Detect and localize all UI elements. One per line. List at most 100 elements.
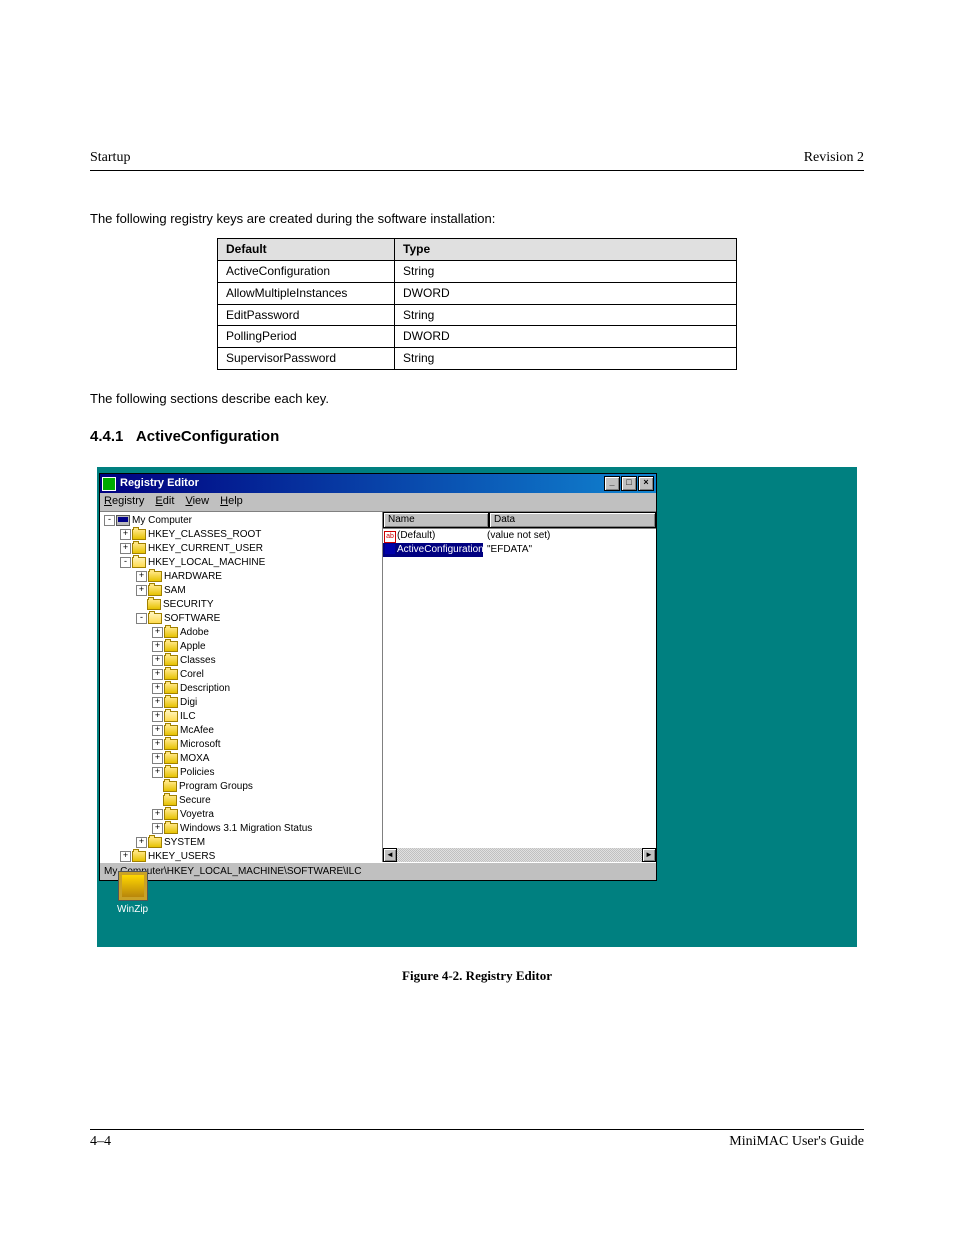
footer-left: 4–4 — [90, 1134, 111, 1150]
tree-item[interactable]: +Microsoft — [100, 738, 382, 752]
tree-item[interactable]: -My Computer — [100, 514, 382, 528]
tree-label: Classes — [180, 654, 216, 668]
expand-icon[interactable]: + — [152, 683, 163, 694]
tree-item[interactable]: + HKEY_CLASSES_ROOT — [100, 528, 382, 542]
table-row: EditPasswordString — [218, 304, 737, 326]
expand-icon[interactable]: - — [120, 557, 131, 568]
tree-label: Description — [180, 682, 230, 696]
tree-label: SOFTWARE — [164, 612, 220, 626]
binary-value-icon — [384, 543, 396, 555]
expand-icon[interactable]: + — [152, 809, 163, 820]
folder-icon — [132, 543, 146, 554]
expand-icon[interactable]: - — [136, 613, 147, 624]
tree-item[interactable]: +Digi — [100, 696, 382, 710]
figure-caption: Figure 4-2. Registry Editor — [90, 967, 864, 985]
tree-label: HKEY_CLASSES_ROOT — [148, 528, 261, 542]
window-title: Registry Editor — [120, 476, 603, 491]
table-cell-key: PollingPeriod — [218, 326, 395, 348]
expand-icon[interactable]: + — [152, 725, 163, 736]
status-bar: My Computer\HKEY_LOCAL_MACHINE\SOFTWARE\… — [100, 862, 656, 880]
tree-item[interactable]: - SOFTWARE — [100, 612, 382, 626]
tree-item[interactable]: +Corel — [100, 668, 382, 682]
menu-edit[interactable]: Edit — [155, 495, 174, 507]
tree-item[interactable]: +Policies — [100, 766, 382, 780]
tree-label: SECURITY — [163, 598, 214, 612]
table-row: PollingPeriodDWORD — [218, 326, 737, 348]
tree-item[interactable]: SECURITY — [100, 598, 382, 612]
tree-item[interactable]: Secure — [100, 794, 382, 808]
horizontal-scrollbar[interactable]: ◄ ► — [383, 848, 656, 862]
expand-icon[interactable]: + — [152, 711, 163, 722]
tree-label: ILC — [180, 710, 196, 724]
tree-item[interactable]: + ILC — [100, 710, 382, 724]
list-cell-name: ActiveConfiguration — [397, 543, 483, 557]
menu-registry[interactable]: Registry — [104, 495, 144, 507]
list-cell-data: (value not set) — [483, 529, 656, 543]
expand-icon[interactable]: + — [120, 543, 131, 554]
expand-icon[interactable]: + — [152, 697, 163, 708]
column-header-data[interactable]: Data — [489, 512, 656, 528]
folder-icon — [147, 599, 161, 610]
tree-item[interactable]: Program Groups — [100, 780, 382, 794]
winzip-desktop-icon[interactable]: WinZip — [117, 871, 148, 917]
scroll-track[interactable] — [397, 848, 642, 862]
folder-icon — [164, 767, 178, 778]
tree-item[interactable]: + Apple — [100, 640, 382, 654]
tree-item[interactable]: + Description — [100, 682, 382, 696]
expand-icon[interactable]: - — [104, 515, 115, 526]
expand-icon[interactable]: + — [136, 585, 147, 596]
tree-item[interactable]: +SYSTEM — [100, 836, 382, 850]
expand-icon[interactable]: + — [152, 627, 163, 638]
regedit-window: Registry Editor _ □ × Registry Edit View… — [99, 473, 657, 880]
expand-icon[interactable]: + — [136, 837, 147, 848]
expand-icon[interactable]: + — [136, 571, 147, 582]
scroll-left-button[interactable]: ◄ — [383, 848, 397, 862]
tree-item[interactable]: +HARDWARE — [100, 570, 382, 584]
scroll-right-button[interactable]: ► — [642, 848, 656, 862]
tree-label: Apple — [180, 640, 206, 654]
close-button[interactable]: × — [638, 476, 654, 491]
registry-keys-table: Default Type ActiveConfigurationStringAl… — [217, 238, 737, 370]
tree-item[interactable]: + McAfee — [100, 724, 382, 738]
expand-icon[interactable]: + — [152, 753, 163, 764]
list-pane[interactable]: Name Data ab(Default)(value not set)Acti… — [383, 512, 656, 862]
regedit-icon — [102, 477, 116, 491]
folder-icon — [148, 585, 162, 596]
folder-icon — [148, 837, 162, 848]
winzip-icon — [118, 871, 148, 901]
menu-help[interactable]: Help — [220, 495, 243, 507]
expand-icon[interactable]: + — [120, 529, 131, 540]
tree-item[interactable]: + Classes — [100, 654, 382, 668]
tree-item[interactable]: -HKEY_LOCAL_MACHINE — [100, 556, 382, 570]
expand-icon[interactable]: + — [152, 823, 163, 834]
tree-label: Adobe — [180, 626, 209, 640]
tree-pane[interactable]: -My Computer+HKEY_CLASSES_ROOT+HKEY_CURR… — [100, 512, 383, 862]
list-row[interactable]: ActiveConfiguration"EFDATA" — [383, 543, 656, 557]
menu-view[interactable]: View — [185, 495, 209, 507]
tree-item[interactable]: + Adobe — [100, 626, 382, 640]
tree-item[interactable]: + Windows 3.1 Migration Status — [100, 822, 382, 836]
titlebar[interactable]: Registry Editor _ □ × — [100, 474, 656, 493]
folder-icon — [163, 781, 177, 792]
tree-item[interactable]: +Voyetra — [100, 808, 382, 822]
tree-label: Windows 3.1 Migration Status — [180, 822, 312, 836]
expand-icon[interactable]: + — [152, 641, 163, 652]
maximize-button[interactable]: □ — [621, 476, 637, 491]
expand-icon[interactable]: + — [152, 655, 163, 666]
tree-item[interactable]: +HKEY_CURRENT_USER — [100, 542, 382, 556]
expand-icon[interactable]: + — [152, 767, 163, 778]
table-header-default: Default — [218, 239, 395, 261]
tree-item[interactable]: +HKEY_USERS — [100, 850, 382, 862]
list-row[interactable]: ab(Default)(value not set) — [383, 529, 656, 543]
intro-paragraph: The following registry keys are created … — [90, 210, 864, 228]
tree-item[interactable]: +MOXA — [100, 752, 382, 766]
winzip-label: WinZip — [117, 903, 148, 917]
expand-icon[interactable]: + — [152, 739, 163, 750]
minimize-button[interactable]: _ — [604, 476, 620, 491]
table-cell-type: String — [395, 260, 737, 282]
expand-icon[interactable]: + — [152, 669, 163, 680]
expand-icon[interactable]: + — [120, 851, 131, 862]
tree-label: McAfee — [180, 724, 214, 738]
tree-item[interactable]: +SAM — [100, 584, 382, 598]
column-header-name[interactable]: Name — [383, 512, 489, 528]
